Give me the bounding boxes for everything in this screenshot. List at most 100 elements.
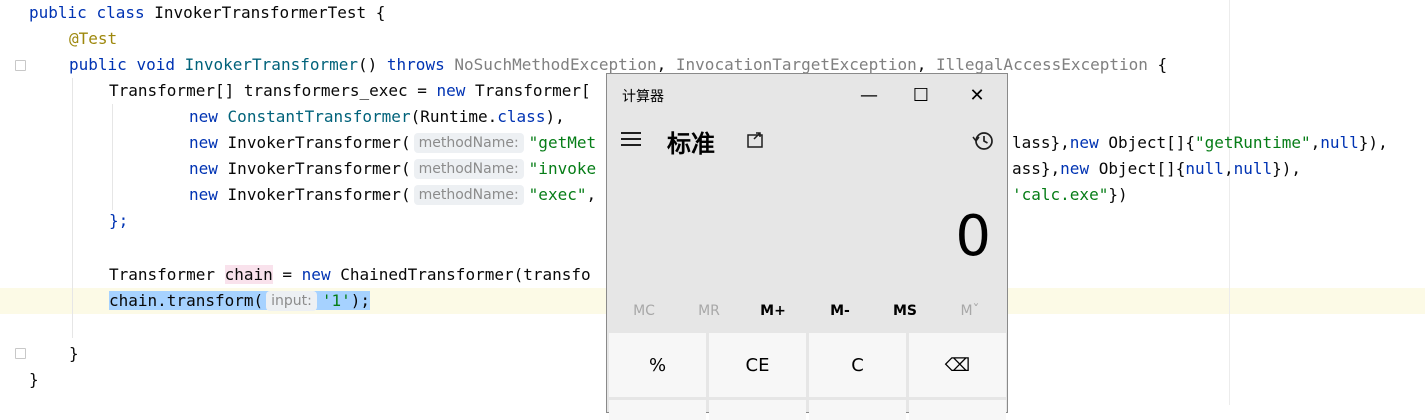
class-name: InvokerTransformerTest [154, 3, 367, 22]
keyword: new [301, 265, 331, 284]
code-fragment: }), [1272, 159, 1302, 178]
comma: , [1223, 159, 1234, 178]
parameter-hint: methodName: [413, 185, 524, 205]
variable-highlight: chain [224, 265, 273, 284]
code-line-8-right: 'calc.exe"}) [1012, 182, 1128, 208]
memory-row: MC MR M+ M- MS Mˇ [607, 296, 1007, 326]
parameter-hint: methodName: [413, 159, 524, 179]
code-fragment: ass}, [1012, 159, 1061, 178]
code-line-12: } [69, 341, 79, 367]
text-selection[interactable]: chain.transform(input: '1'); [109, 291, 371, 311]
fold-marker-icon[interactable] [15, 60, 26, 71]
brace: { [1147, 55, 1168, 74]
brace: { [366, 3, 386, 22]
args: (Runtime. [410, 107, 498, 126]
indent-guide [112, 104, 113, 210]
code-line-7-right: ass},new Object[]{null,null}), [1012, 156, 1301, 182]
string-literal: "getMet [528, 133, 597, 152]
clear-entry-key[interactable]: CE [709, 333, 806, 397]
memory-recall-button[interactable]: MR [678, 296, 740, 326]
code-line-6: new InvokerTransformer(methodName: "getMe… [189, 130, 596, 156]
parameter-hint: methodName: [413, 133, 524, 153]
comma: , [1310, 133, 1321, 152]
string-literal: "getRuntime" [1195, 133, 1311, 152]
memory-add-button[interactable]: M+ [742, 296, 804, 326]
string-literal: "exec" [528, 185, 587, 204]
minimize-button[interactable]: — [845, 80, 893, 110]
closing-brace: } [29, 370, 39, 389]
fold-marker-icon[interactable] [15, 348, 26, 359]
code-fragment: Object[]{ [1098, 133, 1196, 152]
result-display: 0 [955, 204, 991, 269]
parameter-hint: input: [266, 291, 317, 311]
string-literal: '1' [321, 291, 351, 310]
key-partial[interactable] [709, 400, 806, 420]
class-ref: InvokerTransformer( [227, 185, 411, 204]
code-fragment: ); [350, 291, 371, 310]
memory-subtract-button[interactable]: M- [809, 296, 871, 326]
keep-on-top-icon[interactable] [745, 130, 767, 152]
code-fragment: Object[]{ [1089, 159, 1186, 178]
code-line-1: public class InvokerTransformerTest { [29, 0, 385, 26]
keyword: public [69, 55, 127, 74]
key-partial[interactable] [809, 400, 906, 420]
clear-key[interactable]: C [809, 333, 906, 397]
memory-store-button[interactable]: MS [874, 296, 936, 326]
code-fragment: }; [109, 211, 129, 230]
keyword: new [189, 185, 218, 204]
class-ref: InvokerTransformer( [227, 159, 411, 178]
code-line-4: Transformer[] transformers_exec = new Tr… [109, 78, 591, 104]
history-icon[interactable] [972, 130, 994, 152]
keyword: new [189, 159, 218, 178]
code-line-13: } [29, 367, 39, 393]
code-line-11: chain.transform(input: '1'); [109, 288, 371, 314]
code-fragment: lass}, [1012, 133, 1070, 152]
exception-type: NoSuchMethodException [454, 55, 657, 74]
annotation: @Test [69, 29, 118, 48]
code-line-6-right: lass},new Object[]{"getRuntime",null}), [1012, 130, 1388, 156]
parens: () [358, 55, 378, 74]
exception-type: IllegalAccessException [936, 55, 1148, 74]
mode-title: 标准 [667, 130, 715, 158]
calculator-titlebar[interactable]: 计算器 — ☐ ✕ [607, 74, 1007, 118]
keyword: new [1069, 133, 1099, 152]
args: ), [545, 107, 565, 126]
code-line-5: new ConstantTransformer(Runtime.class), [189, 104, 565, 130]
code-line-9: }; [109, 208, 128, 234]
hamburger-menu-icon[interactable] [621, 132, 643, 150]
code-fragment: }), [1358, 133, 1388, 152]
class-ref: ConstantTransformer [227, 107, 411, 126]
backspace-key[interactable]: ⌫ [909, 333, 1006, 397]
code-line-8: new InvokerTransformer(methodName: "exec"… [189, 182, 596, 208]
array-type: Transformer[ [465, 81, 591, 100]
keyword: new [436, 81, 466, 100]
string-literal: 'calc.exe" [1012, 185, 1109, 204]
maximize-button[interactable]: ☐ [897, 80, 945, 110]
key-partial[interactable] [909, 400, 1006, 420]
keyword: public [29, 3, 87, 22]
code-line-7: new InvokerTransformer(methodName: "invok… [189, 156, 596, 182]
indent-guide [72, 78, 73, 338]
closing-brace: } [69, 344, 79, 363]
percent-key[interactable]: % [609, 333, 706, 397]
operator: = [272, 265, 302, 284]
keyword: null [1233, 159, 1273, 178]
exception-type: InvocationTargetException [675, 55, 917, 74]
right-margin-guide [1229, 0, 1230, 405]
memory-list-button[interactable]: Mˇ [939, 296, 1001, 326]
code-fragment: ChainedTransformer(transfo [330, 265, 591, 284]
keyword: throws [386, 55, 445, 74]
key-partial[interactable] [609, 400, 706, 420]
calculator-window[interactable]: 计算器 — ☐ ✕ 标准 0 MC MR M+ M- MS Mˇ % CE C … [606, 73, 1008, 420]
comma: , [586, 185, 597, 204]
code-fragment: }) [1108, 185, 1128, 204]
close-button[interactable]: ✕ [953, 80, 1001, 110]
keyword: null [1185, 159, 1224, 178]
code-line-10: Transformer chain = new ChainedTransform… [109, 262, 591, 288]
keyword: class [96, 3, 145, 22]
keyword: null [1320, 133, 1359, 152]
memory-clear-button[interactable]: MC [613, 296, 675, 326]
keyword: class [497, 107, 546, 126]
class-ref: InvokerTransformer( [227, 133, 411, 152]
keyword: void [136, 55, 175, 74]
